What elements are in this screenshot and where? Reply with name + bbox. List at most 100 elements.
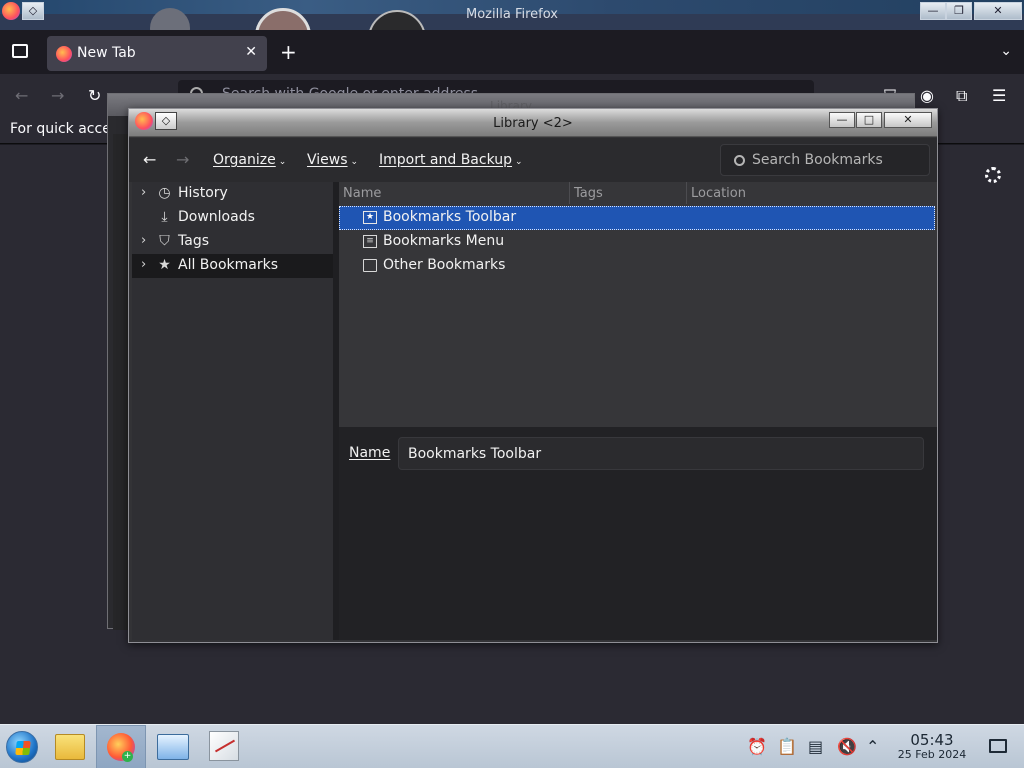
taskbar: + ⏰ 📋 ▤ 🔇 ⌃ 05:43 25 Feb 2024 [0,724,1024,768]
sidebar-item-label: All Bookmarks [178,257,279,273]
star-icon: ★ [158,257,171,273]
bookmarks-bar-hint: For quick acces [10,121,119,137]
firefox-window-title: Mozilla Firefox [466,7,558,22]
clock[interactable]: 05:43 25 Feb 2024 [892,732,972,762]
library-close-button[interactable]: ✕ [884,112,932,128]
sidebar-item-label: History [178,185,228,201]
sidebar-item-downloads[interactable]: ⤓ Downloads [132,206,333,230]
import-backup-label: Import and Backup [379,152,513,168]
alarm-clock-icon[interactable]: ⏰ [747,737,767,756]
folder-icon [363,259,377,272]
library-window: ◇ Library <2> — □ ✕ ← → Organize ⌄ Views ⌄… [128,108,938,643]
tag-icon: ⛉ [159,233,170,249]
download-icon: ⤓ [161,209,168,225]
volume-muted-icon[interactable]: 🔇 [837,737,857,756]
clipboard-icon[interactable]: 📋 [777,737,797,756]
chevron-right-icon[interactable]: › [141,257,146,272]
sidebar-item-tags[interactable]: › ⛉ Tags [132,230,333,254]
library-forward-button[interactable]: → [176,150,189,169]
list-item[interactable]: Other Bookmarks [339,254,935,278]
chevron-up-icon[interactable]: ⌃ [866,737,879,756]
firefox-favicon-icon [56,46,72,62]
chevron-right-icon[interactable]: › [141,233,146,248]
bookmarks-tree: Name Tags Location ★ Bookmarks Toolbar ≡… [339,182,937,427]
library-maximize-button[interactable]: □ [856,112,882,128]
library-back-button[interactable]: ← [143,150,156,169]
search-placeholder: Search Bookmarks [752,152,883,168]
views-menu-button[interactable]: Views ⌄ [307,152,358,168]
sidebar-item-label: Downloads [178,209,255,225]
name-field[interactable] [398,437,924,470]
views-label: Views [307,152,348,168]
firefox-icon: + [107,733,135,762]
column-separator[interactable] [686,182,687,204]
library-main-pane: Name Tags Location ★ Bookmarks Toolbar ≡… [333,182,937,640]
clock-time: 05:43 [910,731,954,749]
firefox-titlebar: ◇ Mozilla Firefox — ❐ ✕ [0,0,1024,30]
list-item[interactable]: ★ Bookmarks Toolbar [339,206,935,230]
library-toolbar: ← → Organize ⌄ Views ⌄ Import and Backup ⌄ … [129,138,937,182]
column-location[interactable]: Location [691,186,746,201]
start-button[interactable] [0,725,48,768]
list-item-label: Other Bookmarks [383,257,506,273]
firefox-view-icon[interactable] [12,44,28,58]
library-sidebar: › ◷ History ⤓ Downloads › ⛉ Tags › ★ All… [132,182,333,640]
show-desktop-icon[interactable] [989,739,1007,753]
sidebar-item-history[interactable]: › ◷ History [132,182,333,206]
chevron-down-icon: ⌄ [278,157,287,167]
close-tab-icon[interactable]: ✕ [245,44,257,60]
list-item[interactable]: ≡ Bookmarks Menu [339,230,935,254]
extensions-icon[interactable]: ⧉ [956,86,967,106]
search-icon [734,155,745,166]
name-label-text: Name [349,445,391,461]
list-all-tabs-icon[interactable]: ⌄ [1000,43,1012,59]
library-titlebar: ◇ Library <2> — □ ✕ [129,109,937,137]
new-tab-button[interactable]: + [280,42,297,62]
organize-menu-button[interactable]: Organize ⌄ [213,152,286,168]
library-title: Library <2> [493,116,573,131]
reload-icon[interactable]: ↻ [88,86,101,105]
taskbar-system-monitor[interactable] [148,725,196,768]
monitor-icon [157,734,189,760]
organize-label: Organize [213,152,276,168]
library-minimize-button[interactable]: — [829,112,855,128]
search-bookmarks-input[interactable]: Search Bookmarks [720,144,930,176]
column-separator[interactable] [569,182,570,204]
storage-icon[interactable]: ▤ [808,737,823,756]
list-item-label: Bookmarks Menu [383,233,505,249]
back-icon[interactable]: ← [15,86,28,105]
text-editor-icon [209,731,239,761]
clock-date: 25 Feb 2024 [897,748,967,761]
tab-bar: New Tab ✕ + ⌄ [0,30,1024,74]
chevron-right-icon[interactable]: › [141,185,146,200]
chevron-down-icon: ⌄ [515,157,523,167]
list-item-label: Bookmarks Toolbar [383,209,517,225]
start-orb-icon [6,731,38,763]
column-tags[interactable]: Tags [574,186,603,201]
bookmark-details-pane: Name [339,427,937,640]
clock-icon: ◷ [158,185,171,201]
column-name[interactable]: Name [343,186,381,201]
taskbar-firefox[interactable]: + [96,725,146,768]
firefox-maximize-button[interactable]: ❐ [946,2,972,20]
taskbar-text-editor[interactable] [200,725,248,768]
forward-icon[interactable]: → [51,86,64,105]
tab-label: New Tab [77,45,136,61]
windows-logo-icon [15,741,31,755]
name-label: Name [349,445,390,461]
taskbar-file-manager[interactable] [46,725,94,768]
sidebar-item-label: Tags [178,233,209,249]
firefox-close-button[interactable]: ✕ [974,2,1022,20]
import-backup-menu-button[interactable]: Import and Backup ⌄ [379,152,523,168]
bookmarks-toolbar-icon: ★ [363,211,377,224]
menu-icon[interactable]: ☰ [992,86,1006,105]
sidebar-item-all-bookmarks[interactable]: › ★ All Bookmarks [132,254,333,278]
plus-badge-icon: + [122,751,133,762]
tab-new-tab[interactable]: New Tab ✕ [47,36,267,71]
chevron-down-icon: ⌄ [350,157,359,167]
gear-icon[interactable] [985,167,1001,183]
account-icon[interactable]: ◉ [920,86,934,105]
bookmarks-menu-icon: ≡ [363,235,377,248]
column-header: Name Tags Location [339,182,937,206]
firefox-minimize-button[interactable]: — [920,2,946,20]
